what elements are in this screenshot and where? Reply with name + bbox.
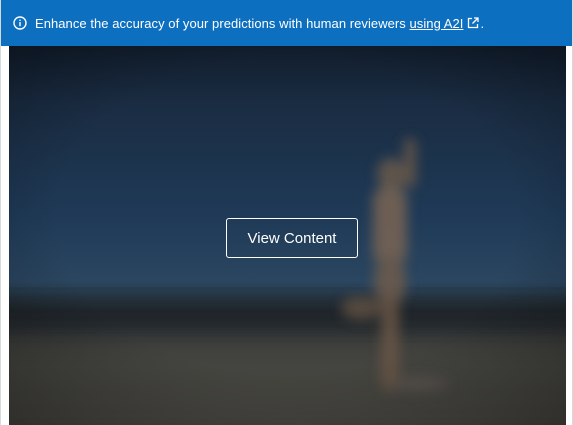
info-icon [13,16,27,30]
info-banner: Enhance the accuracy of your predictions… [1,0,572,46]
banner-suffix: . [480,15,485,31]
a2i-link-label: using A2I [409,15,464,31]
a2i-link[interactable]: using A2I [410,16,480,31]
external-link-icon [467,17,480,29]
view-content-button[interactable]: View Content [226,218,358,258]
banner-text: Enhance the accuracy of your predictions… [35,15,410,31]
content-moderation-panel: Enhance the accuracy of your predictions… [0,0,573,425]
banner-message: Enhance the accuracy of your predictions… [35,16,484,31]
blurred-image: View Content [9,46,566,425]
